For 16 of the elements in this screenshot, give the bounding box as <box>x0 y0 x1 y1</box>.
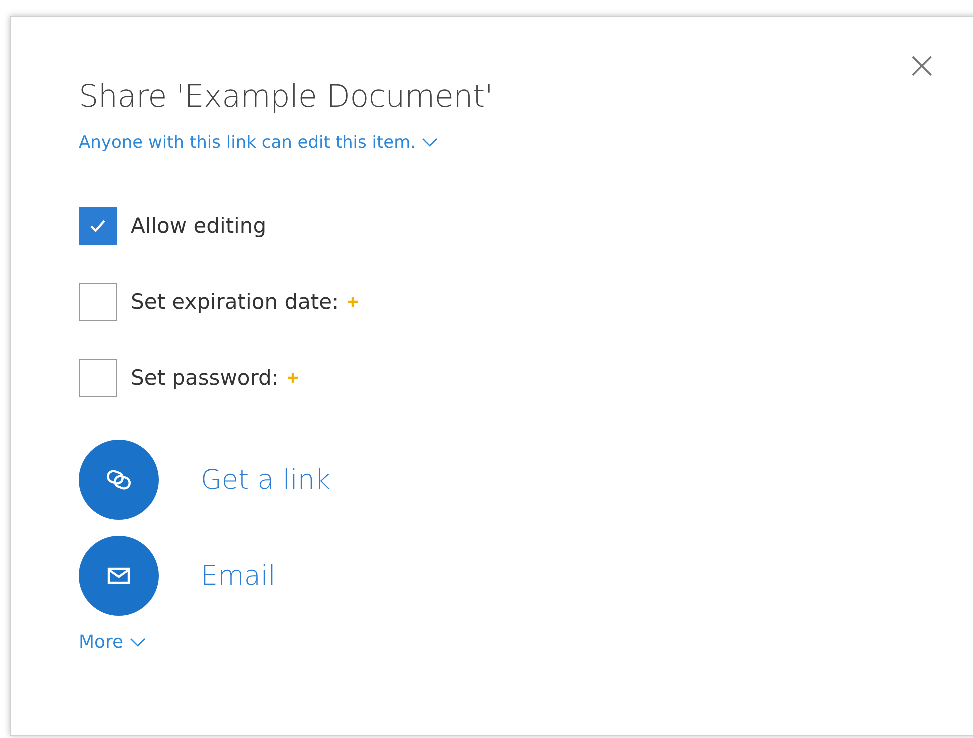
chevron-icon <box>422 138 438 148</box>
checkbox-label: Allow editing <box>131 214 267 238</box>
get-link-option[interactable]: Get a link <box>201 464 331 496</box>
close-button[interactable]: × <box>906 47 938 83</box>
dialog-title: Share 'Example Document' <box>79 79 494 115</box>
permission-link[interactable]: Anyone with this link can edit this item. <box>79 133 438 153</box>
email-option[interactable]: Email <box>201 560 276 592</box>
chevron-icon <box>130 638 146 648</box>
checkbox[interactable] <box>79 207 117 245</box>
checkbox-label: Set password: <box>131 366 279 390</box>
checkbox[interactable] <box>79 283 117 321</box>
more-link[interactable]: More <box>79 632 146 653</box>
plus-icon[interactable] <box>286 372 299 384</box>
checkbox[interactable] <box>79 359 117 397</box>
checkbox-label: Set expiration date: <box>131 290 340 314</box>
plus-icon[interactable] <box>347 296 360 308</box>
